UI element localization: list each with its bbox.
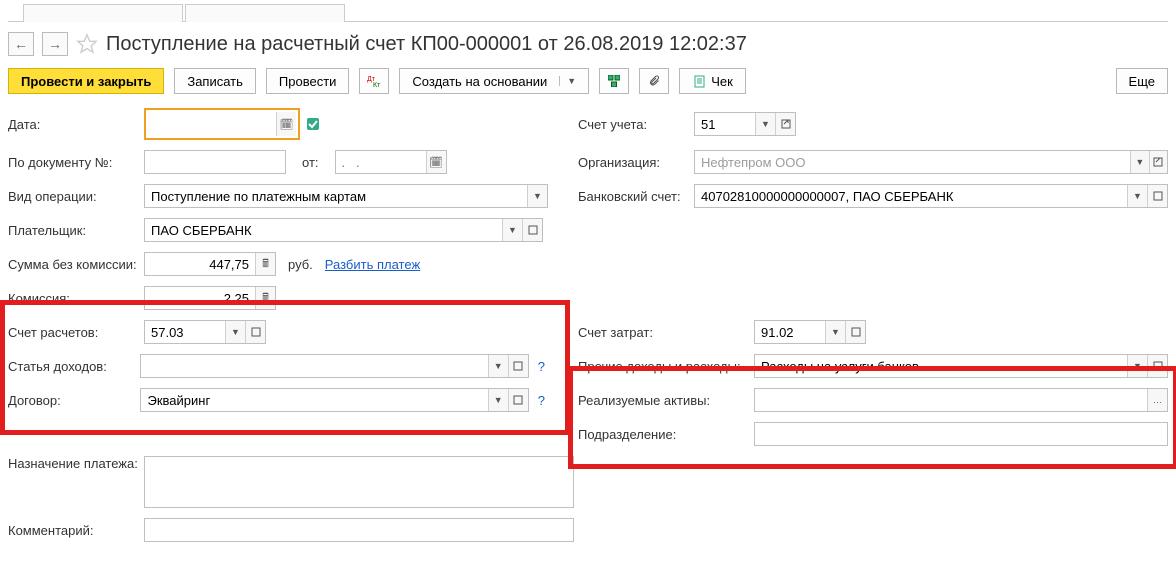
contract-input[interactable] <box>141 389 487 411</box>
open-button[interactable] <box>1149 151 1167 173</box>
paperclip-icon <box>647 74 661 88</box>
income-item-label: Статья доходов: <box>8 359 134 374</box>
tab-stub[interactable] <box>185 4 345 22</box>
op-type-input[interactable] <box>145 185 527 207</box>
status-icon <box>306 117 320 131</box>
calc-account-label: Счет расчетов: <box>8 325 138 340</box>
currency-label: руб. <box>282 257 319 272</box>
op-type-label: Вид операции: <box>8 189 138 204</box>
dropdown-button[interactable]: ▼ <box>1127 355 1147 377</box>
forward-button[interactable]: → <box>42 32 68 56</box>
more-button[interactable]: Еще <box>1116 68 1168 94</box>
payer-label: Плательщик: <box>8 223 138 238</box>
bank-acc-label: Банковский счет: <box>578 189 688 204</box>
doc-no-input[interactable] <box>145 151 285 173</box>
from-label: от: <box>292 155 329 170</box>
fee-input[interactable] <box>145 287 255 309</box>
dropdown-button[interactable]: ▼ <box>1127 185 1147 207</box>
purpose-textarea[interactable] <box>144 456 574 508</box>
receipt-icon <box>692 74 706 88</box>
date-input[interactable] <box>148 112 276 134</box>
dtkt-button[interactable]: ДтКт <box>359 68 389 94</box>
dropdown-button[interactable]: ▼ <box>488 355 508 377</box>
purpose-label: Назначение платежа: <box>8 456 138 471</box>
calendar-button[interactable]: 🗓 <box>426 151 446 173</box>
create-on-basis-label: Создать на основании <box>412 74 547 89</box>
account-label: Счет учета: <box>578 117 688 132</box>
contract-label: Договор: <box>8 393 134 408</box>
dropdown-button[interactable]: ▼ <box>527 185 547 207</box>
comment-label: Комментарий: <box>8 523 138 538</box>
fee-label: Комиссия: <box>8 291 138 306</box>
post-button[interactable]: Провести <box>266 68 350 94</box>
tab-bar <box>8 4 1168 22</box>
other-pl-input[interactable] <box>755 355 1127 377</box>
favorite-icon[interactable] <box>76 33 98 55</box>
open-button[interactable] <box>508 389 528 411</box>
dropdown-button[interactable]: ▼ <box>825 321 845 343</box>
calculator-button[interactable]: 🖩 <box>255 253 275 275</box>
svg-text:Кт: Кт <box>373 82 381 88</box>
open-button[interactable] <box>845 321 865 343</box>
other-pl-label: Прочие доходы и расходы: <box>578 359 748 374</box>
open-button[interactable] <box>245 321 265 343</box>
calendar-button[interactable]: 🗓 <box>276 112 296 136</box>
payer-input[interactable] <box>145 219 502 241</box>
bank-acc-input[interactable] <box>695 185 1127 207</box>
toolbar: Провести и закрыть Записать Провести ДтК… <box>8 68 1168 94</box>
annotation-highlight <box>568 366 1176 469</box>
tab-stub[interactable] <box>23 4 183 22</box>
assets-label: Реализуемые активы: <box>578 393 748 408</box>
dtkt-icon: ДтКт <box>367 74 381 88</box>
write-button[interactable]: Записать <box>174 68 256 94</box>
dropdown-button[interactable]: ▼ <box>488 389 508 411</box>
select-button[interactable]: … <box>1147 389 1167 411</box>
income-item-input[interactable] <box>141 355 487 377</box>
cost-account-input[interactable] <box>755 321 825 343</box>
date-label: Дата: <box>8 117 138 132</box>
open-button[interactable] <box>775 113 795 135</box>
calc-account-input[interactable] <box>145 321 225 343</box>
open-button[interactable] <box>522 219 542 241</box>
help-icon[interactable]: ? <box>535 393 548 408</box>
open-button[interactable] <box>1147 355 1167 377</box>
dropdown-button[interactable]: ▼ <box>1130 151 1148 173</box>
open-button[interactable] <box>508 355 528 377</box>
page-title: Поступление на расчетный счет КП00-00000… <box>106 33 747 56</box>
doc-no-label: По документу №: <box>8 155 138 170</box>
org-input[interactable] <box>695 151 1130 173</box>
check-label: Чек <box>711 74 733 89</box>
cost-account-label: Счет затрат: <box>578 325 748 340</box>
sum-no-fee-label: Сумма без комиссии: <box>8 257 138 272</box>
linked-docs-icon <box>607 74 621 88</box>
chevron-down-icon: ▼ <box>559 76 576 86</box>
date-highlight: 🗓 <box>144 108 300 140</box>
sum-no-fee-input[interactable] <box>145 253 255 275</box>
check-button[interactable]: Чек <box>679 68 746 94</box>
from-date-input[interactable] <box>336 151 426 173</box>
create-on-basis-button[interactable]: Создать на основании ▼ <box>399 68 589 94</box>
comment-input[interactable] <box>145 519 573 541</box>
attach-button[interactable] <box>639 68 669 94</box>
show-linked-button[interactable] <box>599 68 629 94</box>
dropdown-button[interactable]: ▼ <box>225 321 245 343</box>
assets-input[interactable] <box>755 389 1147 411</box>
dept-input[interactable] <box>755 423 1167 445</box>
org-label: Организация: <box>578 155 688 170</box>
post-and-close-button[interactable]: Провести и закрыть <box>8 68 164 94</box>
calculator-button[interactable]: 🖩 <box>255 287 275 309</box>
split-payment-link[interactable]: Разбить платеж <box>325 257 420 272</box>
dept-label: Подразделение: <box>578 427 748 442</box>
dropdown-button[interactable]: ▼ <box>755 113 775 135</box>
help-icon[interactable]: ? <box>535 359 548 374</box>
back-button[interactable]: ← <box>8 32 34 56</box>
open-button[interactable] <box>1147 185 1167 207</box>
dropdown-button[interactable]: ▼ <box>502 219 522 241</box>
account-input[interactable] <box>695 113 755 135</box>
